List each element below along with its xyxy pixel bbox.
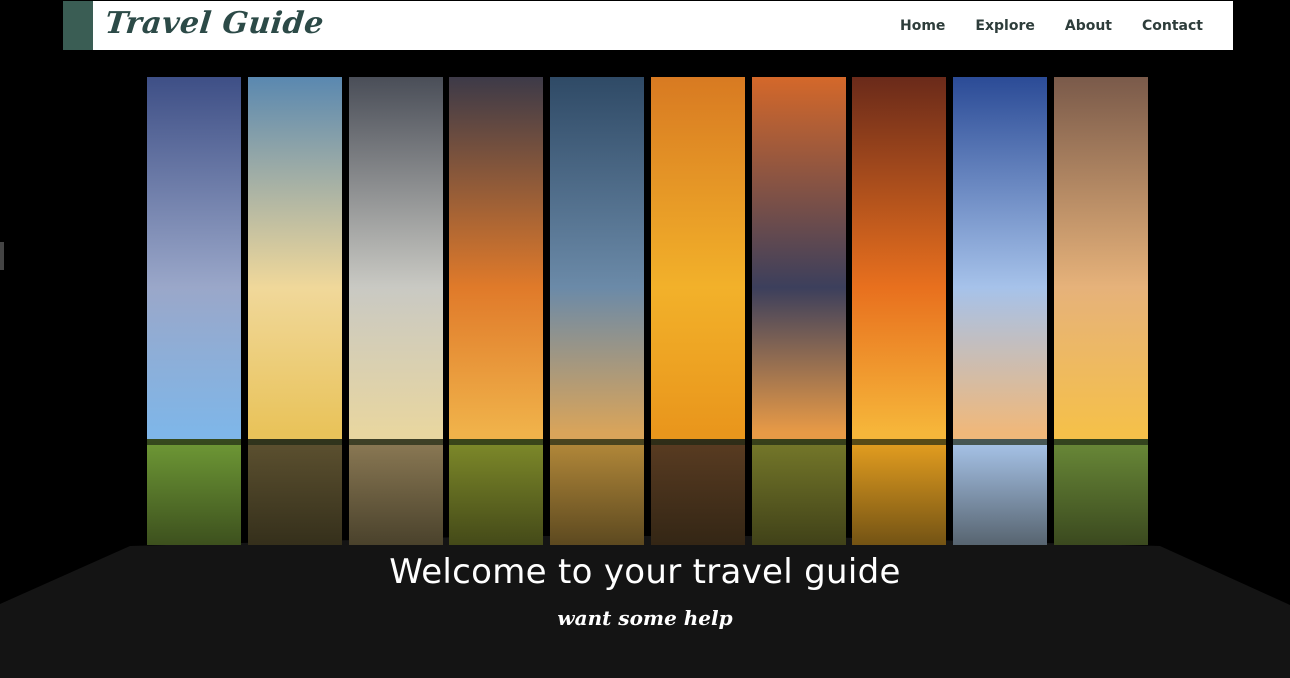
hero-strip-3 [349, 77, 443, 545]
hero-strip-8 [852, 77, 946, 545]
hero-strip-10 [1054, 77, 1148, 545]
strip-ground [147, 439, 241, 545]
strip-horizon [449, 439, 543, 445]
strip-ground [449, 439, 543, 545]
strip-ground [1054, 439, 1148, 545]
strip-ground [953, 439, 1047, 545]
hero-strip-2 [248, 77, 342, 545]
strip-ground [651, 439, 745, 545]
strip-horizon [953, 439, 1047, 445]
strip-horizon [1054, 439, 1148, 445]
page: Travel Guide Home Explore About Contact … [0, 0, 1290, 678]
strip-horizon [651, 439, 745, 445]
hero-strip-6 [651, 77, 745, 545]
strip-ground [852, 439, 946, 545]
strip-horizon [349, 439, 443, 445]
strip-ground [550, 439, 644, 545]
hero-strip-1 [147, 77, 241, 545]
strip-horizon [147, 439, 241, 445]
hero-tagline: want some help [557, 606, 733, 630]
strip-ground [752, 439, 846, 545]
hero-image-strips [147, 77, 1148, 545]
strip-ground [248, 439, 342, 545]
strip-horizon [248, 439, 342, 445]
hero-strip-9 [953, 77, 1047, 545]
hero-strip-7 [752, 77, 846, 545]
strip-horizon [852, 439, 946, 445]
hero-strip-5 [550, 77, 644, 545]
strip-ground [349, 439, 443, 545]
strip-horizon [550, 439, 644, 445]
hero-title: Welcome to your travel guide [389, 552, 901, 592]
hero-strip-4 [449, 77, 543, 545]
strip-horizon [752, 439, 846, 445]
